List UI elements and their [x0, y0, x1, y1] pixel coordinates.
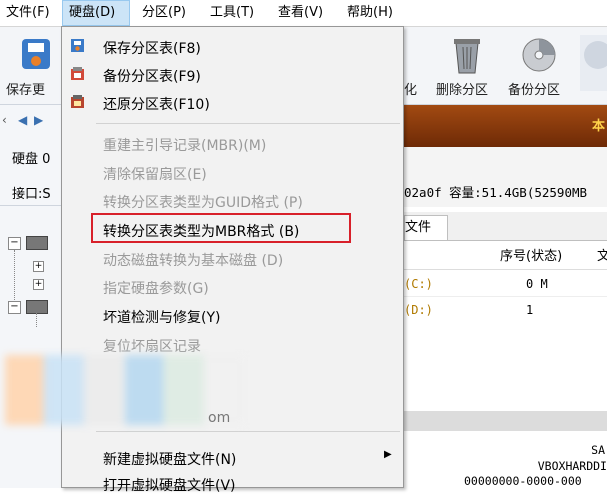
tree-line	[36, 313, 37, 327]
submenu-arrow-icon: ▶	[384, 449, 392, 460]
disk-info-bar: 02a0f 容量:51.4GB(52590MB	[404, 147, 607, 207]
column-header-file[interactable]: 文	[597, 245, 607, 264]
partition-index: 0 M	[526, 277, 548, 291]
status-banner: 本	[404, 105, 607, 147]
menu-separator	[96, 431, 400, 432]
tab-files[interactable]: 文件	[404, 215, 448, 240]
interface-label: 接口:S	[12, 187, 51, 202]
menu-item-bad-sector-check[interactable]: 坏道检测与修复(Y)	[103, 307, 220, 327]
tree-expand-icon[interactable]: +	[33, 261, 44, 272]
menu-disk[interactable]: 硬盘(D)	[62, 0, 130, 26]
partition-table: 序号(状态) 文 (C:) 0 M (D:) 1	[404, 241, 607, 411]
menu-item-reset-bad-sectors[interactable]: 复位坏扇区记录	[103, 336, 201, 356]
disk-tree-panel: ‹ ◀ ▶ 硬盘 0 接口:S − + + −	[0, 105, 63, 488]
disk-info-text: 02a0f 容量:51.4GB(52590MB	[404, 185, 588, 200]
partition-name[interactable]: (D:)	[404, 303, 433, 317]
save-changes-label[interactable]: 保存更	[6, 79, 45, 98]
menu-item-specify-disk-params[interactable]: 指定硬盘参数(G)	[103, 278, 209, 298]
divider	[404, 269, 607, 270]
menu-partition[interactable]: 分区(P)	[136, 0, 192, 26]
tree-line	[14, 250, 15, 300]
backup-partition-icon[interactable]	[520, 35, 558, 75]
menu-item-convert-to-guid[interactable]: 转换分区表类型为GUID格式 (P)	[103, 192, 303, 212]
menu-item-rebuild-mbr[interactable]: 重建主引导记录(MBR)(M)	[103, 135, 266, 155]
menu-item-dynamic-to-basic[interactable]: 动态磁盘转换为基本磁盘 (D)	[103, 250, 283, 270]
disk-detail-text: 00000000-0000-000	[464, 474, 582, 488]
disk-icon[interactable]	[26, 236, 48, 250]
menu-separator	[96, 123, 400, 124]
menu-item-clear-reserved-sectors[interactable]: 清除保留扇区(E)	[103, 164, 207, 184]
forward-arrow-icon[interactable]: ▶	[34, 113, 43, 127]
menu-bar: 文件(F) 硬盘(D) 分区(P) 工具(T) 查看(V) 帮助(H)	[0, 0, 607, 27]
menu-item-save-partition-table[interactable]: 保存分区表(F8)	[103, 38, 201, 58]
disk-detail-text: SA	[591, 443, 605, 457]
column-header-index[interactable]: 序号(状态)	[500, 245, 562, 264]
toolbar-partial-label: 化	[404, 83, 418, 98]
partition-index: 1	[526, 303, 534, 317]
disk-label: 硬盘 0	[12, 152, 51, 167]
highlight-box	[91, 213, 351, 243]
disk-detail-text: VBOXHARDDI	[537, 459, 607, 473]
divider	[404, 296, 607, 297]
app-logo-icon	[576, 33, 607, 93]
disk-details-panel: SA VBOXHARDDI 00000000-0000-000	[404, 431, 607, 488]
menu-item-backup-partition-table[interactable]: 备份分区表(F9)	[103, 66, 201, 86]
menu-file[interactable]: 文件(F)	[0, 0, 56, 26]
save-partition-table-icon	[70, 38, 85, 53]
menu-item-restore-partition-table[interactable]: 还原分区表(F10)	[103, 94, 210, 114]
chevron-left-icon[interactable]: ‹	[2, 113, 7, 127]
watermark-text: om	[208, 410, 231, 426]
disk-icon[interactable]	[26, 300, 48, 314]
tree-expand-icon[interactable]: +	[33, 279, 44, 290]
tree-collapse-icon[interactable]: −	[8, 301, 21, 314]
menu-item-new-virtual-disk[interactable]: 新建虚拟硬盘文件(N)	[103, 449, 236, 469]
divider	[0, 205, 62, 206]
partition-name[interactable]: (C:)	[404, 277, 433, 291]
divider	[404, 411, 607, 431]
save-changes-icon[interactable]	[20, 37, 52, 71]
tree-collapse-icon[interactable]: −	[8, 237, 21, 250]
restore-partition-table-icon	[70, 94, 85, 109]
menu-view[interactable]: 查看(V)	[272, 0, 329, 26]
backup-partition-button[interactable]: 备份分区	[508, 79, 560, 98]
menu-help[interactable]: 帮助(H)	[341, 0, 399, 26]
delete-partition-button[interactable]: 删除分区	[436, 79, 488, 98]
delete-partition-icon[interactable]	[450, 35, 484, 75]
back-arrow-icon[interactable]: ◀	[18, 113, 27, 127]
tab-row: 文件	[404, 212, 607, 241]
menu-tools[interactable]: 工具(T)	[204, 0, 260, 26]
menu-item-open-virtual-disk[interactable]: 打开虚拟硬盘文件(V)	[103, 475, 236, 495]
backup-partition-table-icon	[70, 66, 85, 81]
banner-text: 本	[591, 119, 605, 134]
